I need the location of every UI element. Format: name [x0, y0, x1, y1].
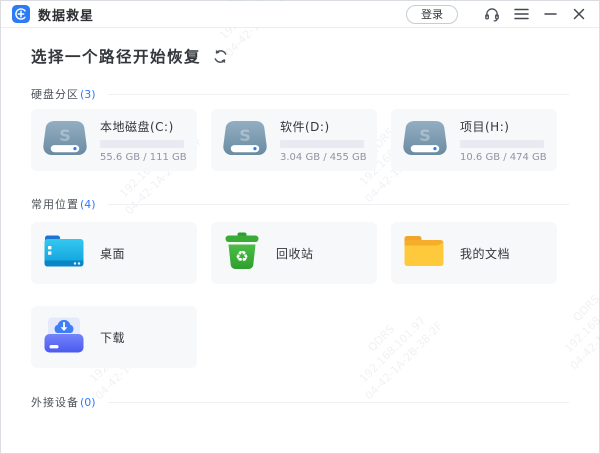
watermark-text: 04-42-1A-2B-38-2F: [567, 289, 600, 374]
svg-text:S: S: [239, 126, 251, 145]
drive-card-h[interactable]: S 项目(H:) 10.6 GB / 474 GB: [391, 109, 557, 171]
section-label: 常用位置: [31, 196, 79, 212]
drive-card-d[interactable]: S 软件(D:) 3.04 GB / 455 GB: [211, 109, 377, 171]
hard-drive-icon: S: [223, 120, 267, 160]
location-name: 我的文档: [460, 245, 510, 262]
drive-size: 3.04 GB / 455 GB: [280, 152, 367, 163]
section-count: (4): [80, 198, 96, 211]
section-divider: [108, 402, 569, 403]
page-title: 选择一个路径开始恢复: [31, 45, 201, 67]
drive-name: 项目(H:): [460, 118, 547, 135]
watermark-text: 04-42-1A-2B-38-2F: [362, 319, 447, 404]
watermark-text: 192.168.101.97: [351, 308, 436, 393]
drive-info: 项目(H:) 10.6 GB / 474 GB: [460, 118, 547, 163]
drive-info: 本地磁盘(C:) 55.6 GB / 111 GB: [100, 118, 187, 163]
location-name: 下载: [100, 329, 125, 346]
svg-text:S: S: [419, 126, 431, 145]
drive-card-c[interactable]: S 本地磁盘(C:) 55.6 GB / 111 GB: [31, 109, 197, 171]
titlebar: 数据救星 登录: [1, 1, 599, 28]
documents-folder-icon: [404, 234, 444, 272]
menu-icon[interactable]: [513, 6, 529, 22]
section-divider: [108, 94, 569, 95]
app-title: 数据救星: [38, 5, 94, 24]
drive-size: 10.6 GB / 474 GB: [460, 152, 547, 163]
page-head: 选择一个路径开始恢复: [31, 45, 228, 67]
section-label: 外接设备: [31, 394, 79, 410]
location-card-documents[interactable]: 我的文档: [391, 222, 557, 284]
section-partitions: 硬盘分区 (3): [31, 87, 569, 101]
section-divider: [108, 204, 569, 205]
drive-name: 软件(D:): [280, 118, 367, 135]
desktop-folder-icon: [44, 234, 84, 272]
drive-usage-bar: [460, 140, 544, 148]
drive-name: 本地磁盘(C:): [100, 118, 187, 135]
downloads-icon: [44, 317, 84, 357]
section-count: (3): [80, 88, 96, 101]
section-count: (0): [80, 396, 96, 409]
refresh-icon[interactable]: [213, 49, 228, 64]
recycle-bin-icon: ♻: [224, 232, 260, 274]
login-button[interactable]: 登录: [406, 5, 458, 24]
drive-usage-bar: [100, 140, 184, 148]
watermark-text: 192.168.101.97: [556, 278, 600, 363]
watermark: QDRS 192.168.101.97 04-42-1A-2B-38-2F: [339, 296, 446, 403]
section-external-devices: 外接设备 (0): [31, 395, 569, 409]
section-label: 硬盘分区: [31, 86, 79, 102]
hard-drive-icon: S: [43, 120, 87, 160]
support-headset-icon[interactable]: [484, 6, 500, 22]
svg-text:S: S: [59, 126, 71, 145]
location-name: 桌面: [100, 245, 125, 262]
location-name: 回收站: [276, 245, 314, 262]
watermark-text: QDRS: [339, 296, 424, 381]
svg-text:♻: ♻: [235, 248, 248, 266]
app-logo-icon: [12, 5, 30, 23]
location-card-downloads[interactable]: 下载: [31, 306, 197, 368]
hard-drive-icon: S: [403, 120, 447, 160]
minimize-icon[interactable]: [542, 6, 558, 22]
drive-size: 55.6 GB / 111 GB: [100, 152, 187, 163]
drive-usage-bar: [280, 140, 364, 148]
location-card-desktop[interactable]: 桌面: [31, 222, 197, 284]
drive-info: 软件(D:) 3.04 GB / 455 GB: [280, 118, 367, 163]
section-locations: 常用位置 (4): [31, 197, 569, 211]
close-icon[interactable]: [571, 6, 587, 22]
location-card-recycle-bin[interactable]: ♻ 回收站: [211, 222, 377, 284]
